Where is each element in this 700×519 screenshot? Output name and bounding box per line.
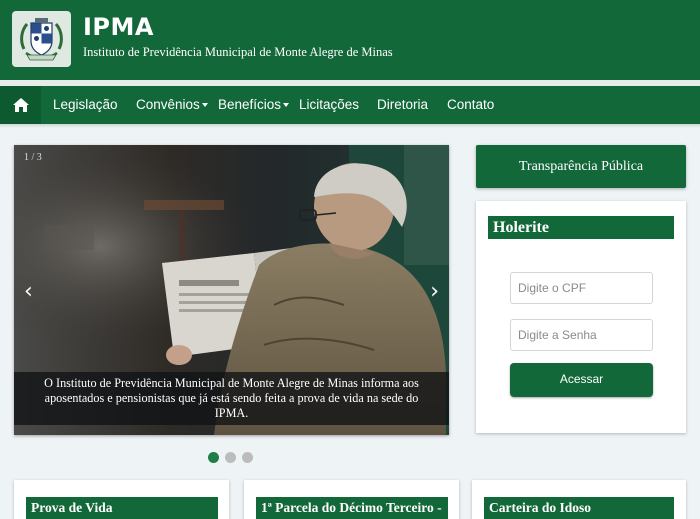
login-button[interactable]: Acessar [510,363,653,397]
nav-item-label: Contato [447,97,495,112]
nav-item-label: Licitações [299,97,360,112]
slide-counter: 1 / 3 [24,152,42,163]
slide-caption[interactable]: O Instituto de Previdência Municipal de … [14,372,449,425]
caret-down-icon [283,103,290,108]
transparency-button[interactable]: Transparência Pública [476,145,686,188]
news-card-title: Prova de Vida [26,497,218,519]
nav-shadow [0,124,700,128]
nav-item-label: Legislação [53,97,118,112]
carousel-dot-3[interactable] [242,452,253,463]
carousel-prev-button[interactable]: ‹ [24,281,33,303]
nav-item-label: Benefícios [218,97,282,112]
crest-logo-icon[interactable] [12,11,71,67]
caret-down-icon [201,103,208,108]
nav-item-licitacoes[interactable]: Licitações [299,86,359,124]
carousel-next-button[interactable]: › [430,281,439,303]
password-input[interactable] [510,319,653,351]
site-title: IPMA [83,13,154,41]
news-card-title: Carteira do Idoso [484,497,674,519]
site-header: IPMA Instituto de Previdência Municipal … [0,0,700,80]
nav-item-convenios[interactable]: Convênios [136,86,208,124]
holerite-title: Holerite [488,216,674,239]
nav-home-button[interactable] [0,86,41,124]
nav-item-legislacao[interactable]: Legislação [53,86,118,124]
news-card[interactable]: 1ª Parcela do Décimo Terceiro - [244,480,459,519]
nav-item-label: Convênios [136,97,200,112]
nav-item-contato[interactable]: Contato [447,86,494,124]
holerite-login-card: Holerite Acessar [476,201,686,433]
news-card-title: 1ª Parcela do Décimo Terceiro - [256,497,448,519]
news-card[interactable]: Carteira do Idoso [472,480,686,519]
nav-item-beneficios[interactable]: Benefícios [218,86,290,124]
carousel-dot-2[interactable] [225,452,236,463]
news-carousel: 1 / 3 ‹ › O Instituto de Previdência Mun… [14,145,449,435]
site-subtitle: Instituto de Previdência Municipal de Mo… [83,45,393,59]
main-nav: Legislação Convênios Benefícios Licitaçõ… [0,86,700,124]
home-icon [12,98,29,112]
nav-item-diretoria[interactable]: Diretoria [377,86,428,124]
news-card[interactable]: Prova de Vida [14,480,229,519]
cpf-input[interactable] [510,272,653,304]
nav-item-label: Diretoria [377,97,429,112]
carousel-dot-1[interactable] [208,452,219,463]
